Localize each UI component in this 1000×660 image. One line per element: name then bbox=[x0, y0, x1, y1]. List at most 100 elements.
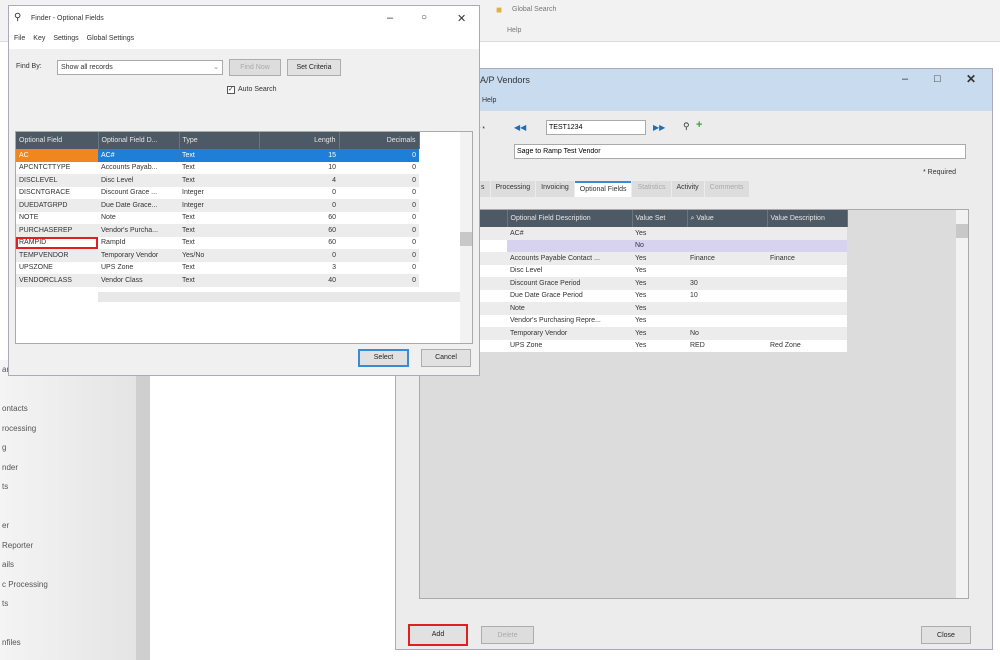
scrollbar[interactable] bbox=[460, 132, 472, 343]
menu-item[interactable]: Key bbox=[33, 35, 45, 42]
nav-item[interactable]: c Processing bbox=[0, 575, 140, 595]
table-cell[interactable]: 30 bbox=[687, 277, 767, 290]
auto-search-checkbox[interactable]: ✓ bbox=[227, 86, 235, 94]
table-row[interactable]: AC AC# Text 15 0 bbox=[16, 149, 419, 162]
column-header[interactable]: Optional Field D... bbox=[98, 132, 180, 149]
table-cell[interactable] bbox=[687, 227, 767, 240]
nav-item[interactable]: nfiles bbox=[0, 633, 140, 653]
vendor-number-input[interactable] bbox=[546, 120, 646, 135]
nav-item[interactable]: nder bbox=[0, 458, 140, 478]
table-cell[interactable] bbox=[687, 239, 767, 252]
column-header[interactable]: Value Description bbox=[767, 210, 848, 227]
tab[interactable]: Statistics bbox=[632, 181, 671, 197]
table-cell[interactable] bbox=[687, 314, 767, 327]
nav-item[interactable] bbox=[0, 614, 140, 634]
nav-item[interactable]: er bbox=[0, 516, 140, 536]
table-row[interactable]: Disc Level Yes bbox=[420, 264, 847, 277]
column-header[interactable]: ⌕ Value bbox=[687, 210, 768, 227]
cancel-button[interactable]: Cancel bbox=[421, 349, 471, 367]
nav-item[interactable] bbox=[0, 497, 140, 517]
column-header[interactable]: Value Set bbox=[632, 210, 688, 227]
table-cell[interactable]: RED bbox=[687, 339, 767, 352]
table-cell[interactable]: No bbox=[687, 327, 767, 340]
help-button[interactable]: Help bbox=[507, 27, 521, 34]
table-row[interactable]: DUEDATGRPD Due Date Grace... Integer 0 0 bbox=[16, 199, 419, 212]
find-by-select[interactable]: Show all records ⌄ bbox=[57, 60, 223, 75]
add-button[interactable]: Add bbox=[408, 624, 468, 646]
close-window-button[interactable]: ✕ bbox=[457, 12, 466, 25]
table-cell: Vendor's Purchasing Repre... bbox=[507, 314, 632, 327]
table-row[interactable]: EDiscount Grace PeriodYes30 bbox=[420, 277, 847, 290]
table-cell[interactable] bbox=[687, 302, 767, 315]
table-cell[interactable]: 10 bbox=[687, 289, 767, 302]
menu-item[interactable]: File bbox=[14, 35, 25, 42]
table-row[interactable]: DISCNTGRACE Discount Grace ... Integer 0 0 bbox=[16, 186, 419, 199]
table-row[interactable]: EPVendor's Purchasing Repre...Yes bbox=[420, 314, 847, 327]
table-cell: 0 bbox=[339, 199, 419, 212]
table-row[interactable]: DISCLEVEL Disc Level Text 4 0 bbox=[16, 174, 419, 187]
table-cell[interactable]: Finance bbox=[687, 252, 767, 265]
table-row[interactable]: RTemporary VendorYesNo bbox=[420, 327, 847, 340]
restore-button[interactable]: ○ bbox=[421, 12, 427, 23]
table-row[interactable]: EAccounts Payable Contact ...YesFinanceF… bbox=[420, 252, 847, 265]
table-row[interactable]: No bbox=[420, 239, 847, 252]
nav-item[interactable]: ts bbox=[0, 477, 140, 497]
column-header[interactable]: Optional Field Description bbox=[507, 210, 633, 227]
table-row[interactable]: NOTE Note Text 60 0 bbox=[16, 211, 419, 224]
add-icon[interactable]: + bbox=[696, 119, 702, 131]
nav-item[interactable]: rocessing bbox=[0, 419, 140, 439]
table-row[interactable]: RAMPID RampId Text 60 0 bbox=[16, 236, 419, 249]
nav-item[interactable]: ontacts bbox=[0, 399, 140, 419]
finder-table: Optional Field Optional Field D... Type Len… bbox=[16, 132, 420, 287]
table-row[interactable]: AC# Yes bbox=[420, 227, 847, 240]
set-criteria-button[interactable]: Set Criteria bbox=[287, 59, 341, 76]
tab[interactable]: Processing bbox=[490, 181, 536, 197]
table-row[interactable]: UPSZONE UPS Zone Text 3 0 bbox=[16, 261, 419, 274]
find-now-button[interactable]: Find Now bbox=[229, 59, 281, 76]
table-row[interactable]: PURCHASEREP Vendor's Purcha... Text 60 0 bbox=[16, 224, 419, 237]
tab[interactable]: Comments bbox=[704, 181, 749, 197]
table-row[interactable]: TEMPVENDOR Temporary Vendor Yes/No 0 0 bbox=[16, 249, 419, 262]
nav-item[interactable]: ts bbox=[0, 594, 140, 614]
nav-item[interactable] bbox=[0, 380, 140, 400]
vendor-name-input[interactable] bbox=[514, 144, 966, 159]
close-window-button[interactable]: ✕ bbox=[966, 72, 976, 86]
tab[interactable]: Invoicing bbox=[536, 181, 574, 197]
global-search-button[interactable]: Global Search bbox=[512, 6, 556, 13]
table-row[interactable]: DDue Date Grace PeriodYes10 bbox=[420, 289, 847, 302]
column-header-label: Value bbox=[696, 214, 714, 222]
help-menu[interactable]: Help bbox=[482, 97, 496, 104]
table-cell: RAMPID bbox=[16, 236, 98, 249]
delete-button[interactable]: Delete bbox=[481, 626, 534, 644]
nav-item[interactable]: ails bbox=[0, 555, 140, 575]
tab[interactable]: Optional Fields bbox=[574, 181, 632, 197]
column-header[interactable]: Decimals bbox=[339, 132, 420, 149]
table-cell: VENDORCLASS bbox=[16, 274, 98, 287]
column-header[interactable]: Optional Field bbox=[16, 132, 99, 149]
scrollbar[interactable] bbox=[956, 210, 968, 598]
select-button[interactable]: Select bbox=[358, 349, 409, 367]
tab[interactable]: Activity bbox=[671, 181, 704, 197]
table-row[interactable]: UPS Zone Yes RED Red Zone bbox=[420, 339, 847, 352]
menu-item[interactable]: Global Settings bbox=[87, 35, 134, 42]
table-cell[interactable] bbox=[687, 264, 767, 277]
first-prev-icons[interactable]: ◀◀ bbox=[514, 123, 526, 132]
close-button[interactable]: Close bbox=[921, 626, 971, 644]
nav-item[interactable]: Reporter bbox=[0, 536, 140, 556]
menu-item[interactable]: Settings bbox=[53, 35, 78, 42]
table-cell: Text bbox=[179, 261, 259, 274]
table-row[interactable]: VENDORCLASS Vendor Class Text 40 0 bbox=[16, 274, 419, 287]
table-row[interactable]: APCNTCTTYPE Accounts Payab... Text 10 0 bbox=[16, 161, 419, 174]
column-header[interactable]: Length bbox=[259, 132, 340, 149]
next-last-icons[interactable]: ▶▶ bbox=[653, 123, 665, 132]
maximize-button[interactable]: □ bbox=[934, 73, 941, 85]
column-header[interactable]: Type bbox=[179, 132, 260, 149]
splitter[interactable] bbox=[136, 360, 150, 660]
table-cell: DISCNTGRACE bbox=[16, 186, 98, 199]
minimize-button[interactable]: – bbox=[387, 12, 393, 24]
nav-item[interactable]: g bbox=[0, 438, 140, 458]
table-cell: Due Date Grace... bbox=[98, 199, 179, 212]
table-row[interactable]: Note Yes bbox=[420, 302, 847, 315]
search-icon[interactable]: ⚲ bbox=[683, 121, 690, 132]
minimize-button[interactable]: – bbox=[902, 73, 908, 85]
